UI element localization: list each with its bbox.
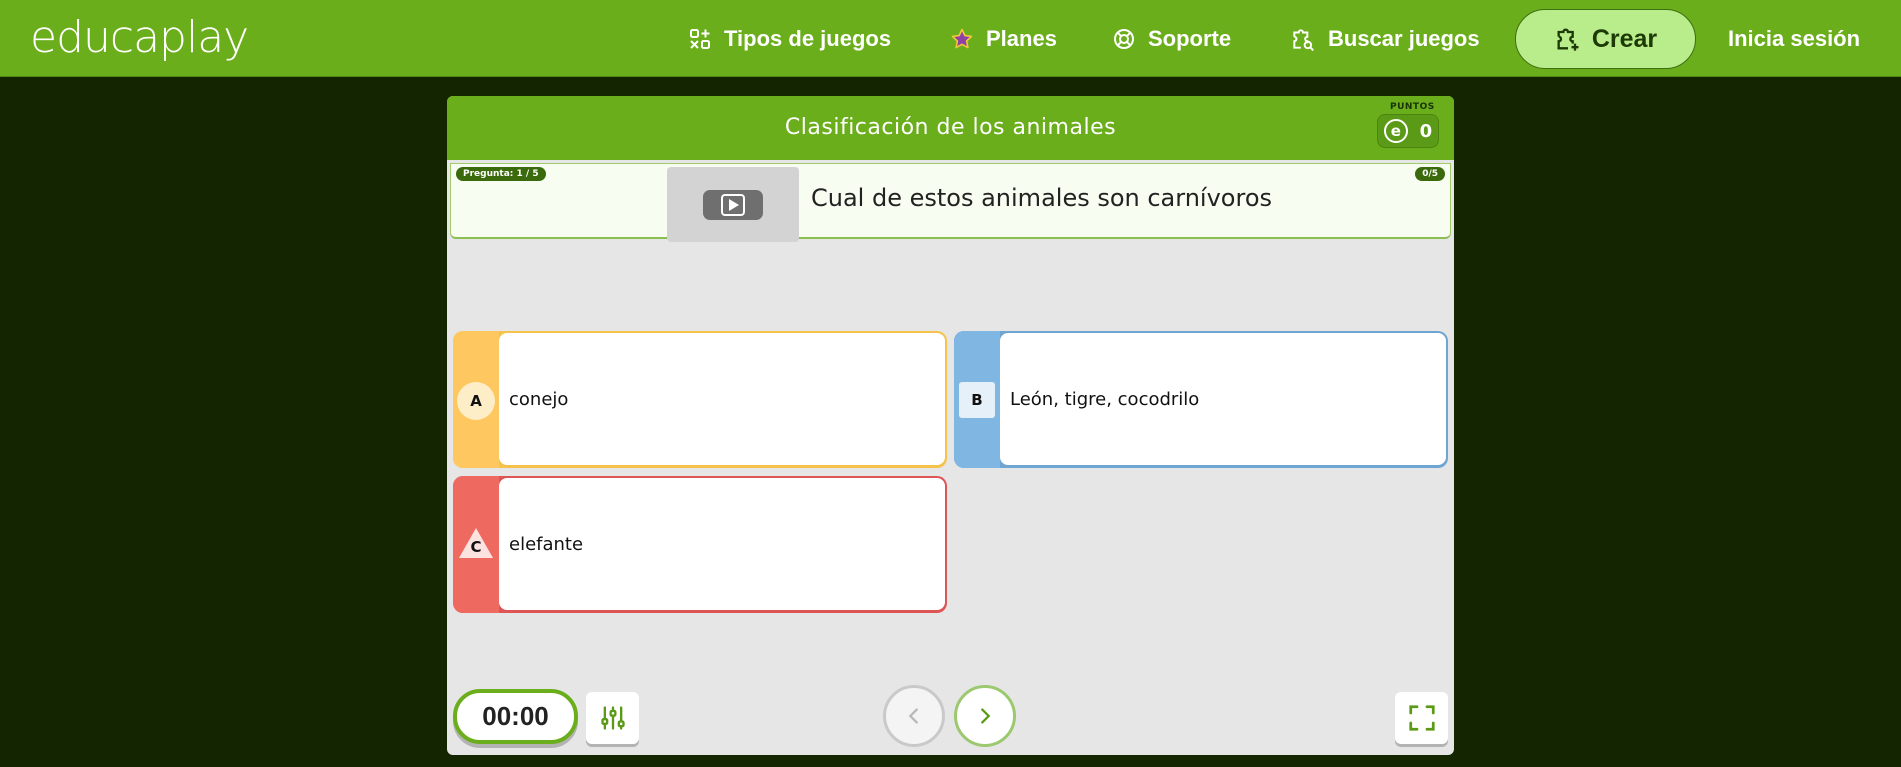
logo-text-bold: play bbox=[159, 12, 249, 63]
educoin-icon: e bbox=[1383, 119, 1408, 143]
answer-text: León, tigre, cocodrilo bbox=[1010, 389, 1200, 410]
fullscreen-button[interactable] bbox=[1395, 692, 1448, 744]
video-play-icon bbox=[703, 189, 763, 220]
educaplay-logo[interactable]: educaplay bbox=[30, 12, 249, 63]
top-navbar: educaplay Tipos de juegos Planes Soporte… bbox=[0, 0, 1901, 77]
quiz-game-panel: Clasificación de los animales PUNTOS e 0… bbox=[447, 96, 1454, 755]
star-icon bbox=[951, 28, 973, 49]
nav-item-support[interactable]: Soporte bbox=[1112, 22, 1231, 56]
answer-option-b[interactable]: B León, tigre, cocodrilo bbox=[954, 331, 1448, 468]
nav-item-label: Soporte bbox=[1148, 26, 1232, 51]
answer-text: elefante bbox=[509, 534, 584, 555]
points-display: e 0 bbox=[1377, 114, 1439, 148]
answer-letter-square: B bbox=[959, 382, 995, 418]
nav-item-game-types[interactable]: Tipos de juegos bbox=[688, 22, 891, 56]
answer-option-a[interactable]: A conejo bbox=[453, 331, 947, 468]
chevron-left-icon bbox=[908, 708, 918, 724]
question-box: Pregunta: 1 / 5 0/5 Cual de estos animal… bbox=[450, 163, 1451, 242]
nav-item-label: Buscar juegos bbox=[1328, 26, 1480, 51]
sliders-icon bbox=[600, 706, 625, 730]
chevron-right-icon bbox=[981, 708, 991, 724]
nav-item-search-games[interactable]: Buscar juegos bbox=[1290, 22, 1480, 56]
fullscreen-icon bbox=[1408, 705, 1435, 731]
points-value: 0 bbox=[1419, 120, 1433, 142]
answer-letter-circle: A bbox=[457, 382, 495, 420]
answer-text: conejo bbox=[509, 389, 569, 410]
question-media-thumbnail[interactable] bbox=[667, 167, 799, 242]
create-button[interactable]: Crear bbox=[1515, 9, 1696, 69]
previous-question-button[interactable] bbox=[883, 685, 945, 747]
nav-item-label: Tipos de juegos bbox=[724, 26, 892, 51]
answer-option-c[interactable]: C elefante bbox=[453, 476, 947, 613]
login-link[interactable]: Inicia sesión bbox=[1728, 22, 1860, 56]
settings-button[interactable] bbox=[586, 692, 639, 744]
lifebuoy-icon bbox=[1114, 29, 1134, 49]
nav-item-plans[interactable]: Planes bbox=[950, 22, 1057, 56]
question-text: Cual de estos animales son carnívoros bbox=[811, 184, 1273, 212]
next-question-button[interactable] bbox=[954, 685, 1016, 747]
game-title: Clasificación de los animales bbox=[784, 115, 1117, 140]
timer: 00:00 bbox=[453, 689, 578, 744]
nav-item-label: Planes bbox=[986, 26, 1057, 51]
answer-letter-triangle: C bbox=[470, 538, 482, 556]
search-puzzle-icon bbox=[1293, 29, 1314, 52]
question-counter-badge: Pregunta: 1 / 5 bbox=[456, 167, 546, 181]
create-button-label: Crear bbox=[1591, 24, 1658, 53]
game-types-icon bbox=[690, 29, 710, 49]
score-counter-badge: 0/5 bbox=[1415, 167, 1445, 181]
logo-text-light: educa bbox=[30, 12, 160, 63]
add-puzzle-icon bbox=[1557, 28, 1579, 51]
points-label: PUNTOS bbox=[1390, 102, 1435, 112]
